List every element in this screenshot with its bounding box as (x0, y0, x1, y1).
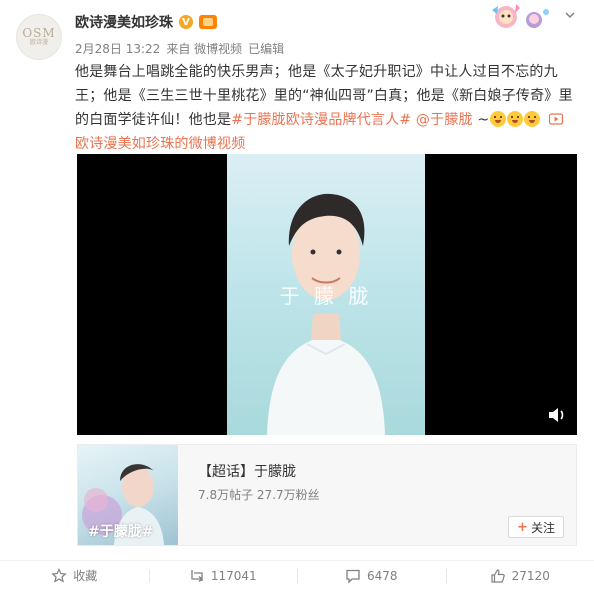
post-edited[interactable]: 已编辑 (248, 40, 284, 57)
plus-icon: + (517, 519, 528, 535)
cartoon-decoration-icon (492, 4, 549, 28)
member-crown-icon[interactable] (199, 15, 217, 29)
post-source[interactable]: 来自 微博视频 (166, 40, 242, 57)
comment-icon (346, 569, 360, 584)
emoji-icon-3 (524, 111, 541, 127)
emoji-icon-1 (490, 111, 507, 127)
comment-count: 6478 (366, 568, 398, 583)
weibo-post: OSM 欧诗漫 欧诗漫美如珍珠 V 2月28日 13:22 来自 微博视频 已编… (0, 0, 594, 592)
favorite-button[interactable]: 收藏 (0, 561, 149, 590)
favorite-label: 收藏 (73, 569, 98, 583)
author-row: 欧诗漫美如珍珠 V (75, 12, 217, 32)
author-name[interactable]: 欧诗漫美如珍珠 (75, 12, 173, 32)
super-topic-card[interactable]: #于朦胧# 【超话】于朦胧 7.8万帖子 27.7万粉丝 + 关注 (77, 444, 577, 546)
topic-thumbnail[interactable]: #于朦胧# (78, 445, 178, 545)
post-meta: 2月28日 13:22 来自 微博视频 已编辑 (75, 40, 284, 57)
video-frame: 于 朦 胧 (227, 154, 425, 435)
video-link-icon (545, 112, 564, 128)
post-date[interactable]: 2月28日 13:22 (75, 40, 160, 57)
emoji-icon-2 (507, 111, 524, 127)
repost-icon (191, 569, 203, 582)
comment-button[interactable]: 6478 (297, 561, 446, 590)
avatar-logo-subtext: 欧诗漫 (29, 39, 48, 46)
like-count: 27120 (511, 568, 550, 583)
follow-label: 关注 (530, 520, 555, 535)
video-source-link[interactable]: 欧诗漫美如珍珠的微博视频 (75, 136, 245, 152)
author-avatar[interactable]: OSM 欧诗漫 (16, 14, 62, 60)
topic-title[interactable]: 【超话】于朦胧 (198, 461, 296, 481)
chevron-down-icon[interactable] (564, 9, 576, 21)
text-tilde: ~ (472, 112, 490, 128)
star-icon (51, 567, 67, 583)
follow-button[interactable]: + 关注 (508, 516, 564, 538)
like-button[interactable]: 27120 (445, 561, 594, 590)
topic-thumbnail-tag: #于朦胧# (88, 524, 154, 540)
action-bar: 收藏 117041 6478 27120 (0, 560, 594, 590)
speaker-icon[interactable] (547, 406, 567, 424)
topic-stats: 7.8万帖子 27.7万粉丝 (198, 488, 320, 502)
video-player[interactable]: 于 朦 胧 (77, 154, 577, 435)
post-content: 他是舞台上唱跳全能的快乐男声；他是《太子妃升职记》中让人过目不忘的九王；他是《三… (75, 60, 580, 156)
repost-button[interactable]: 117041 (148, 561, 298, 590)
thumbs-up-icon (491, 568, 505, 583)
hashtag-link[interactable]: #于朦胧欧诗漫品牌代言人# (231, 112, 411, 128)
video-watermark: 于 朦 胧 (279, 284, 373, 308)
repost-count: 117041 (210, 568, 257, 583)
avatar-logo-text: OSM (22, 26, 56, 40)
mention-link[interactable]: @于朦胧 (416, 112, 473, 128)
verified-badge-icon: V (179, 15, 193, 29)
